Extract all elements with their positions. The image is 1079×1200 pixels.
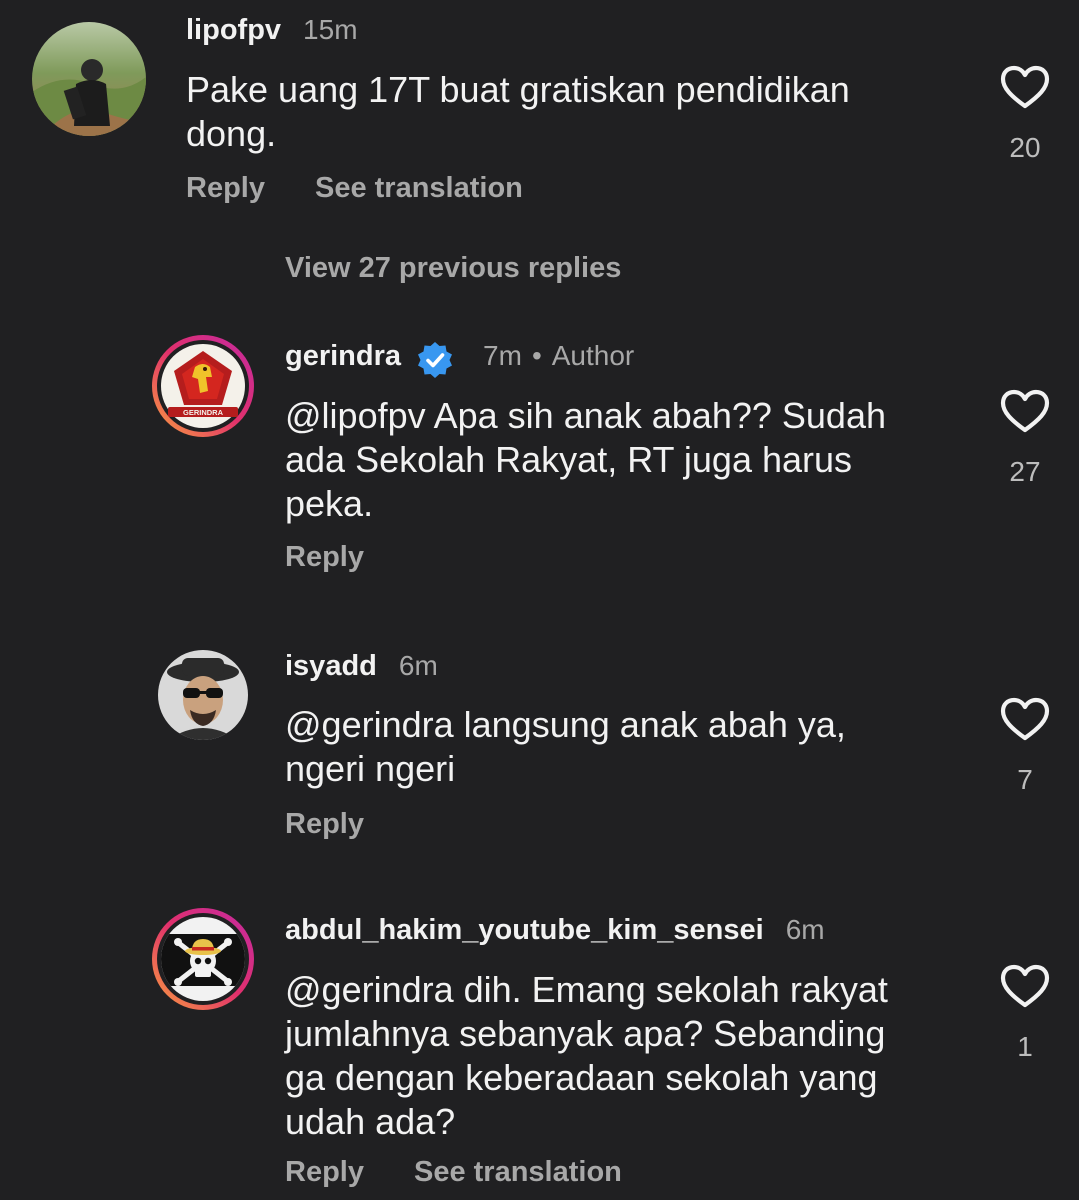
avatar-photo [32,22,146,136]
timestamp: 6m [398,650,438,681]
comment-text: Pake uang 17T buat gratiskan pendidikan … [186,69,850,154]
username[interactable]: isyadd [285,650,377,683]
timestamp: 6m [785,914,825,945]
verified-badge-icon [418,342,453,378]
username[interactable]: abdul_hakim_youtube_kim_sensei [285,914,764,947]
like-count: 7 [1017,764,1033,795]
straw-hat-jolly-roger-icon [152,908,254,1010]
gerindra-logo-text: GERINDRA [183,408,224,417]
comment-actions: Reply [285,541,364,574]
comment-text: @lipofpv Apa sih anak abah?? Sudah ada S… [285,395,886,524]
comments-thread: lipofpv 15m Pake uang 17T buat gratiskan… [0,0,1079,1200]
username[interactable]: gerindra [285,340,401,373]
separator-dot: • [531,340,542,371]
comment-meta: isyadd 6m [285,650,438,683]
avatar-lipofpv[interactable] [32,22,146,136]
avatar-abdul-hakim[interactable] [150,906,256,1012]
comment-actions: Reply [285,808,364,841]
reply-button[interactable]: Reply [186,172,265,205]
comment-text: @gerindra dih. Emang sekolah rakyat juml… [285,969,888,1142]
see-translation-button[interactable]: See translation [315,172,523,205]
view-previous-replies-button[interactable]: View 27 previous replies [285,252,621,285]
timestamp: 15m [303,14,358,45]
heart-outline-icon[interactable] [999,388,1051,434]
comment-meta: abdul_hakim_youtube_kim_sensei 6m [285,914,825,947]
heart-outline-icon[interactable] [999,696,1051,742]
avatar-isyadd[interactable] [158,650,248,740]
reply-button[interactable]: Reply [285,808,364,841]
heart-outline-icon[interactable] [999,64,1051,110]
author-label: Author [551,340,635,371]
avatar-photo [158,650,248,740]
comment-meta: gerindra 7m • Author [285,340,634,380]
comment-actions: Reply See translation [186,172,523,205]
reply-button[interactable]: Reply [285,541,364,574]
like-control: 27 [995,388,1055,488]
comment-meta: lipofpv 15m [186,14,358,47]
comment-actions: Reply See translation [285,1156,622,1189]
username[interactable]: lipofpv [186,14,281,47]
reply-button[interactable]: Reply [285,1156,364,1189]
comment-text: @gerindra langsung anak abah ya, ngeri n… [285,704,846,789]
like-control: 20 [995,64,1055,164]
heart-outline-icon[interactable] [999,963,1051,1009]
see-translation-button[interactable]: See translation [414,1156,622,1189]
gerindra-logo-icon: GERINDRA [152,335,254,437]
timestamp: 7m [483,340,522,371]
like-control: 1 [995,963,1055,1063]
like-count: 1 [1017,1031,1033,1062]
avatar-gerindra[interactable]: GERINDRA [150,333,256,439]
like-count: 27 [1009,456,1041,487]
like-control: 7 [995,696,1055,796]
like-count: 20 [1009,132,1041,163]
